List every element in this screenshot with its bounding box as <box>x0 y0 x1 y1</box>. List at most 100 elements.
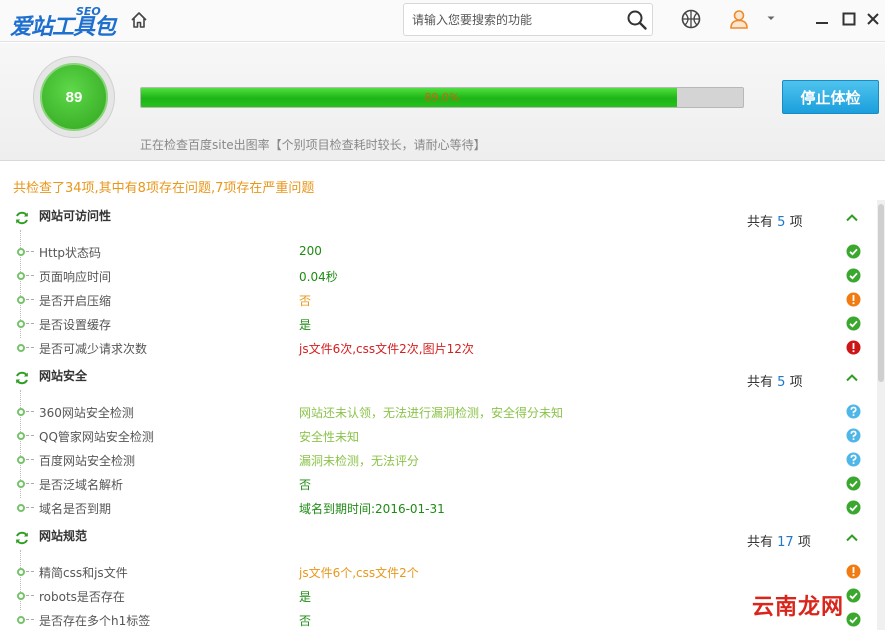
tree-node-dot <box>17 504 25 512</box>
check-item-row[interactable]: 是否可减少请求次数 js文件6次,css文件2次,图片12次 <box>0 336 877 360</box>
status-message: 正在检查百度site出图率【个别项目检查耗时较长，请耐心等待】 <box>140 138 486 152</box>
tree-node-dot <box>17 432 25 440</box>
check-item-label: 是否设置缓存 <box>39 318 112 332</box>
tree-node-dot <box>17 272 25 280</box>
count-prefix: 共有 <box>747 215 774 230</box>
section-header[interactable]: 网站规范 共有 17 项 <box>0 526 877 550</box>
check-item-row[interactable]: 域名是否到期 域名到期时间:2016-01-31 <box>0 496 877 520</box>
question-icon <box>846 428 861 443</box>
check-item-row[interactable]: 360网站安全检测 网站还未认领，无法进行漏洞检测，安全得分未知 <box>0 400 877 424</box>
search-icon[interactable] <box>626 9 648 31</box>
check-item-value: 漏洞未检测，无法评分 <box>299 454 420 468</box>
search-box <box>403 3 653 36</box>
tree-connector <box>26 571 34 573</box>
question-icon <box>846 404 861 419</box>
check-item-value: 0.04秒 <box>299 270 338 284</box>
check-item-value: js文件6个,css文件2个 <box>299 566 419 580</box>
exclamation-icon <box>846 564 861 579</box>
check-icon <box>846 316 861 331</box>
chevron-up-icon[interactable] <box>843 209 861 227</box>
scrollbar-thumb[interactable] <box>878 204 884 382</box>
section-header[interactable]: 网站安全 共有 5 项 <box>0 366 877 390</box>
check-item-row[interactable]: 是否存在多个h1标签 否 <box>0 608 877 630</box>
maximize-icon[interactable] <box>840 10 858 28</box>
check-item-row[interactable]: 是否开启压缩 否 <box>0 288 877 312</box>
tree-node-dot <box>17 248 25 256</box>
tree-connector <box>26 507 34 509</box>
chevron-up-icon[interactable] <box>843 369 861 387</box>
refresh-icon <box>16 531 28 545</box>
section-count: 共有 17 项 <box>747 531 811 550</box>
check-item-row[interactable]: QQ管家网站安全检测 安全性未知 <box>0 424 877 448</box>
check-icon <box>846 268 861 283</box>
check-item-value: 否 <box>299 614 312 628</box>
check-item-row[interactable]: 百度网站安全检测 漏洞未检测，无法评分 <box>0 448 877 472</box>
check-item-row[interactable]: 是否设置缓存 是 <box>0 312 877 336</box>
close-icon[interactable] <box>864 10 882 28</box>
count-suffix: 项 <box>797 535 811 550</box>
check-item-row[interactable]: robots是否存在 是 <box>0 584 877 608</box>
exclamation-icon <box>846 292 861 307</box>
tree-connector <box>26 459 34 461</box>
tree-connector <box>26 299 34 301</box>
tree-node-dot <box>17 408 25 416</box>
check-item-label: 域名是否到期 <box>39 502 112 516</box>
check-item-row[interactable]: 页面响应时间 0.04秒 <box>0 264 877 288</box>
check-item-row[interactable]: 是否泛域名解析 否 <box>0 472 877 496</box>
check-item-label: 是否存在多个h1标签 <box>39 614 151 628</box>
check-item-label: robots是否存在 <box>39 590 125 604</box>
tree-connector <box>26 347 34 349</box>
check-item-label: 是否泛域名解析 <box>39 478 124 492</box>
tree-node-dot <box>17 320 25 328</box>
check-item-value: 域名到期时间:2016-01-31 <box>299 502 445 516</box>
check-item-row[interactable]: 精简css和js文件 js文件6个,css文件2个 <box>0 560 877 584</box>
score-value: 89 <box>65 88 83 106</box>
basketball-icon[interactable] <box>680 8 702 30</box>
refresh-icon <box>16 211 28 225</box>
minimize-icon[interactable] <box>813 10 831 28</box>
tree-node-dot <box>17 296 25 304</box>
count-prefix: 共有 <box>747 535 774 550</box>
check-item-label: Http状态码 <box>39 246 102 260</box>
check-icon <box>846 244 861 259</box>
chevron-up-icon[interactable] <box>843 529 861 547</box>
count-prefix: 共有 <box>747 375 774 390</box>
title-bar: 爱站工具包 SEO <box>0 0 885 42</box>
tree-connector <box>26 619 34 621</box>
tree-connector <box>26 411 34 413</box>
check-item-value: 是 <box>299 318 312 332</box>
tree-node-dot <box>17 456 25 464</box>
tree-node-dot <box>17 616 25 624</box>
section-header[interactable]: 网站可访问性 共有 5 项 <box>0 206 877 230</box>
user-icon[interactable] <box>728 8 750 30</box>
section-count: 共有 5 项 <box>747 371 803 390</box>
check-icon <box>846 588 861 603</box>
count-number: 17 <box>777 535 794 550</box>
summary-text: 共检查了34项,其中有8项存在问题,7项存在严重问题 <box>13 181 315 196</box>
score-circle: 89 <box>40 63 108 131</box>
vertical-scrollbar[interactable] <box>877 200 885 630</box>
section-title: 网站规范 <box>39 529 88 543</box>
refresh-icon <box>16 371 28 385</box>
search-input[interactable] <box>412 10 612 30</box>
dropdown-arrow-icon[interactable] <box>764 11 778 25</box>
check-item-row[interactable]: Http状态码 200 <box>0 240 877 264</box>
section-count: 共有 5 项 <box>747 211 803 230</box>
check-item-value: 否 <box>299 478 312 492</box>
tree-node-dot <box>17 480 25 488</box>
check-item-label: QQ管家网站安全检测 <box>39 430 154 444</box>
check-item-label: 精简css和js文件 <box>39 566 128 580</box>
tree-connector <box>26 323 34 325</box>
question-icon <box>846 452 861 467</box>
tree-connector <box>26 595 34 597</box>
check-item-label: 360网站安全检测 <box>39 406 134 420</box>
check-item-value: 200 <box>299 244 322 258</box>
check-header: 89 89.0% 停止体检 正在检查百度site出图率【个别项目检查耗时较长，请… <box>0 43 885 161</box>
check-item-label: 页面响应时间 <box>39 270 112 284</box>
count-suffix: 项 <box>789 375 803 390</box>
tree-connector <box>26 483 34 485</box>
stop-check-button[interactable]: 停止体检 <box>782 80 879 114</box>
check-icon <box>846 612 861 627</box>
check-item-value: js文件6次,css文件2次,图片12次 <box>299 342 474 356</box>
home-button[interactable] <box>128 9 150 31</box>
